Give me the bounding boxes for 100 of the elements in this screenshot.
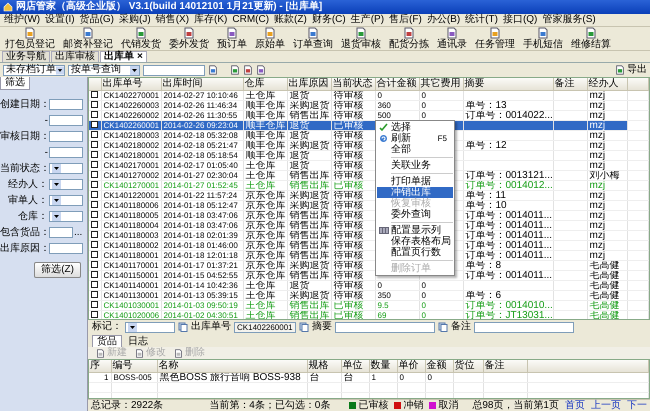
input-field[interactable]	[49, 243, 83, 254]
column-header[interactable]: 合计金额	[375, 78, 419, 90]
close-button[interactable]: ×	[137, 52, 143, 62]
caret-icon[interactable]	[52, 180, 61, 189]
column-header[interactable]: 备注	[483, 360, 527, 372]
toolbar-button[interactable]: 任务管理	[472, 27, 518, 50]
document-icon[interactable]	[256, 65, 266, 75]
column-header[interactable]: 金额	[425, 360, 453, 372]
scope-select[interactable]: 未存档订单	[3, 64, 65, 76]
page-link[interactable]: 下一	[627, 400, 647, 410]
row-checkbox[interactable]	[91, 251, 98, 258]
menu-item[interactable]: 管家服务(S)	[542, 15, 596, 25]
column-header[interactable]: 出库时间	[161, 78, 243, 90]
query-mode-select[interactable]: 按单号查询	[68, 64, 140, 76]
column-header[interactable]: 当前状态	[331, 78, 375, 90]
menu-item[interactable]: CRM(C)	[232, 15, 270, 25]
menu-item[interactable]: 售后(F)	[389, 15, 422, 25]
column-header[interactable]: 货位	[453, 360, 483, 372]
filter-button[interactable]: 筛选(Z)	[34, 262, 81, 278]
tab[interactable]: 日志	[123, 335, 153, 347]
menu-item[interactable]: 货品(G)	[80, 15, 114, 25]
table-row[interactable]: CK1401130001 2014-01-13 05:39:15 王仓库 采购退货 待审核 350 0 单号：6 毛高健	[89, 290, 648, 300]
page-link[interactable]: 上一页	[591, 400, 621, 410]
document-tab[interactable]: 出库单 ×	[100, 51, 147, 62]
input-field[interactable]	[49, 99, 83, 110]
search-field[interactable]	[143, 64, 205, 76]
menu-item[interactable]: 生产(P)	[350, 15, 384, 25]
dropdown[interactable]	[49, 211, 83, 222]
menu-item[interactable]: 办公(B)	[426, 15, 460, 25]
caret-icon[interactable]	[52, 196, 61, 205]
toolbar-button[interactable]: 退货审核	[338, 27, 384, 50]
caret-icon[interactable]	[56, 66, 64, 74]
caret-icon[interactable]	[128, 322, 137, 332]
column-header[interactable]: 名称	[157, 360, 307, 372]
menu-item[interactable]: 统计(T)	[465, 15, 498, 25]
row-checkbox[interactable]	[91, 301, 98, 308]
menu-item[interactable]: 采购(J)	[119, 15, 151, 25]
row-checkbox[interactable]	[91, 161, 98, 168]
dropdown[interactable]	[49, 163, 83, 174]
row-checkbox[interactable]	[91, 201, 98, 208]
menu-item[interactable]: 销售(X)	[156, 15, 190, 25]
row-checkbox[interactable]	[91, 221, 98, 228]
input-field[interactable]	[49, 115, 83, 126]
row-checkbox[interactable]	[91, 231, 98, 238]
menu-item[interactable]: 维护(W)	[4, 15, 40, 25]
row-checkbox[interactable]	[91, 111, 98, 118]
toolbar-button[interactable]: 配货分拣	[386, 27, 432, 50]
toolbar-button[interactable]: 打包员登记	[2, 27, 58, 50]
menu-item[interactable]: 冲销出库	[377, 187, 453, 198]
browse-button[interactable]: ...	[74, 228, 82, 238]
row-checkbox[interactable]	[91, 181, 98, 188]
toolbar-button[interactable]: 代销发货	[118, 27, 164, 50]
menu-item[interactable]: 配置页行数	[377, 247, 453, 258]
menu-item[interactable]: 财务(C)	[312, 15, 346, 25]
page-link[interactable]: 首页	[565, 400, 585, 410]
menu-item[interactable]: 设置(I)	[45, 15, 75, 25]
column-header[interactable]: 序	[89, 360, 111, 372]
table-row[interactable]: CK1401030001 2014-01-03 09:50:19 王仓库 销售出库 已审核 9.5 0 订单号：0014010... 毛高健	[89, 300, 648, 310]
menu-item[interactable]: 账款(Z)	[274, 15, 307, 25]
caret-icon[interactable]	[52, 212, 61, 221]
column-header[interactable]: 出库原因	[287, 78, 331, 90]
document-tab[interactable]: 业务导航	[2, 51, 50, 62]
row-checkbox[interactable]	[91, 91, 98, 98]
row-checkbox[interactable]	[91, 271, 98, 278]
column-header[interactable]: 单价	[397, 360, 425, 372]
menu-item[interactable]: 关联业务	[377, 160, 453, 171]
column-header[interactable]: 仓库	[243, 78, 287, 90]
row-checkbox[interactable]	[91, 291, 98, 298]
toolbar-button[interactable]: 邮资补登记	[60, 27, 116, 50]
row-checkbox[interactable]	[91, 131, 98, 138]
menu-item[interactable]: 委外查询	[377, 209, 453, 220]
input-field[interactable]	[49, 131, 83, 142]
document-icon[interactable]	[243, 65, 253, 75]
row-checkbox[interactable]	[91, 211, 98, 218]
panel-tab[interactable]: 筛选	[0, 77, 30, 90]
row-checkbox[interactable]	[91, 121, 98, 128]
toolbar-button[interactable]: 通讯录	[434, 27, 470, 50]
dropdown[interactable]	[49, 179, 83, 190]
input-field[interactable]	[49, 147, 83, 158]
toolbar-button[interactable]: 手机短信	[520, 27, 566, 50]
row-checkbox[interactable]	[91, 311, 98, 318]
column-header[interactable]: 经办人	[587, 78, 627, 90]
document-icon[interactable]	[208, 65, 218, 75]
row-checkbox[interactable]	[91, 171, 98, 178]
column-header[interactable]: 规格	[307, 360, 341, 372]
table-row[interactable]: CK1401020006 2014-01-02 04:30:51 王仓库 销售出库 已审核 69 0 订单号：JT13031... 毛高健	[89, 310, 648, 319]
toolbar-button[interactable]: 订单查询	[290, 27, 336, 50]
row-checkbox[interactable]	[91, 151, 98, 158]
row-checkbox[interactable]	[91, 241, 98, 248]
summary-field[interactable]	[335, 322, 435, 332]
order-number-field[interactable]: CK1402260001	[234, 322, 296, 332]
document-tab[interactable]: 出库审核	[51, 51, 99, 62]
table-row[interactable]: CK1401140001 2014-01-14 10:42:36 王仓库 退货 待审核 0 0 毛高健	[89, 280, 648, 290]
column-header[interactable]: 编号	[111, 360, 157, 372]
dropdown[interactable]	[49, 195, 83, 206]
column-header[interactable]: 数量	[369, 360, 397, 372]
menu-item[interactable]: 库存(K)	[194, 15, 228, 25]
export-button[interactable]: 导出	[615, 65, 647, 75]
row-checkbox[interactable]	[91, 261, 98, 268]
row-checkbox[interactable]	[91, 101, 98, 108]
